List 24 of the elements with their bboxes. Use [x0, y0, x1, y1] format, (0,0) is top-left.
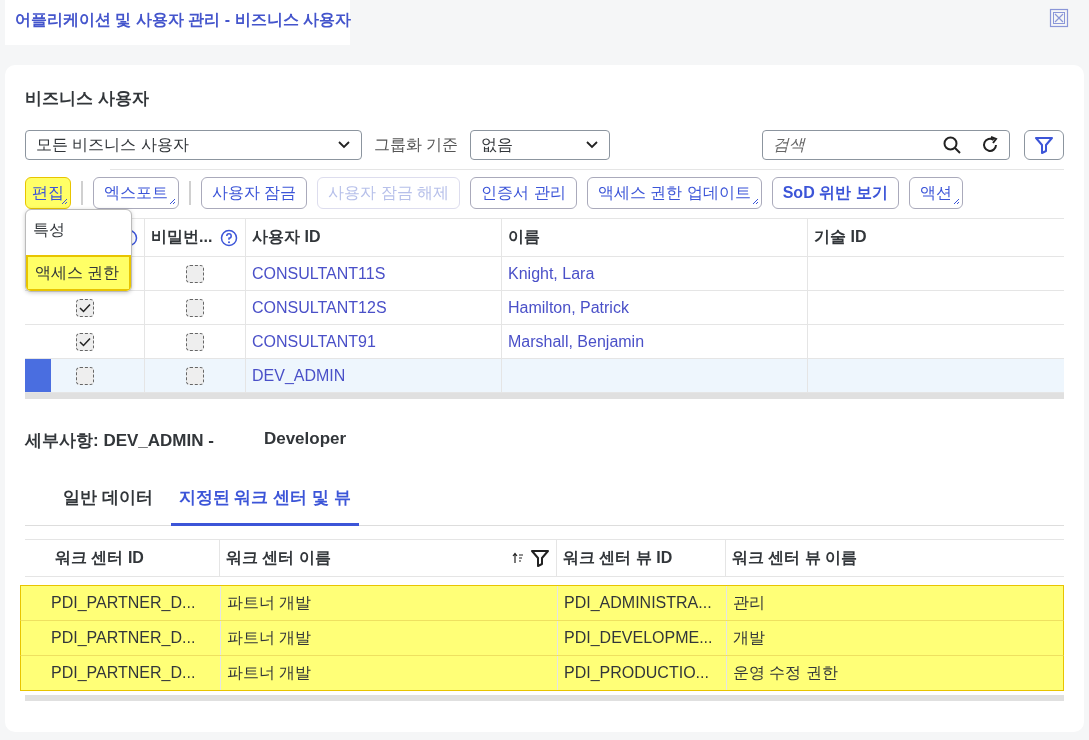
details-subtitle: Developer: [263, 429, 347, 450]
table-cell-text: 파트너 개발: [227, 662, 312, 683]
table-cell: PDI_PARTNER_D...: [51, 594, 196, 612]
column-header: 사용자 ID: [252, 227, 321, 247]
table-cell: PDI_PARTNER_D...: [51, 664, 196, 682]
section-title: 비즈니스 사용자: [25, 88, 149, 110]
column-header: 워크 센터 ID: [55, 547, 144, 568]
column-header: 워크 센터 뷰 이름: [732, 547, 858, 568]
column-header: 이름: [508, 227, 540, 247]
table-cell-text: 파트너 개발: [227, 627, 312, 648]
table-cell: PDI_PRODUCTIO...: [564, 664, 709, 682]
table-cell: PDI_ADMINISTRA...: [564, 594, 712, 612]
column-header: 기술 ID: [814, 227, 867, 247]
table-cell-text: 파트너 개발: [227, 592, 312, 613]
table-cell-text: 관리: [733, 592, 765, 613]
group-by-label: 그룹화 기준: [374, 134, 459, 155]
table-cell-text: 운영 수정 권한: [733, 662, 838, 683]
table-cell: PDI_PARTNER_D...: [51, 629, 196, 647]
details-title: 세부사항: DEV_ADMIN -: [25, 430, 214, 452]
table-cell-text: 개발: [733, 627, 765, 648]
column-header: 비밀번...: [151, 227, 213, 247]
column-header: 워크 센터 뷰 ID: [563, 547, 673, 568]
table-cell: PDI_DEVELOPME...: [564, 629, 713, 647]
column-header: 워크 센터 이름: [226, 547, 331, 568]
